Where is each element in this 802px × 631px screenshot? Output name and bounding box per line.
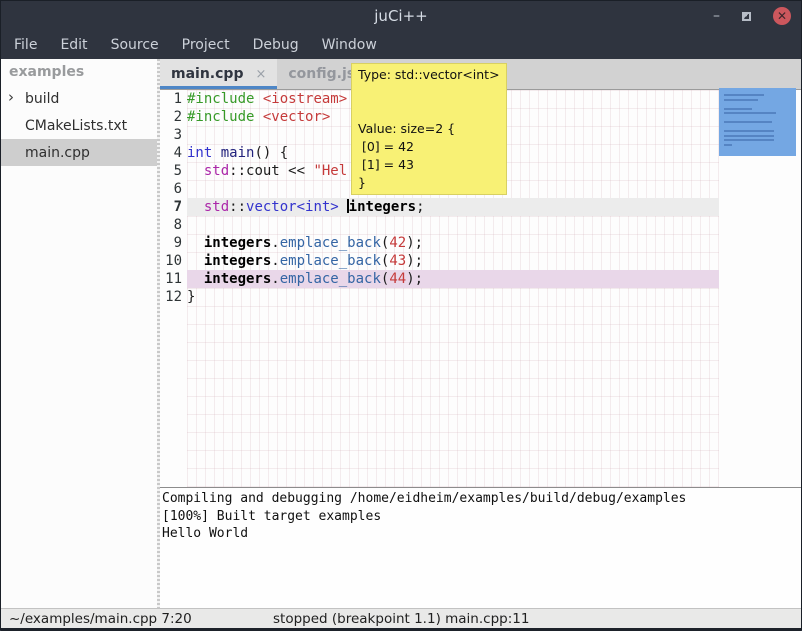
minimap-code-line — [724, 121, 772, 123]
main-body: examples › build CMakeLists.txt main.cpp ma… — [1, 59, 801, 608]
line-number: 3 — [160, 126, 187, 144]
menubar: File Edit Source Project Debug Window — [1, 31, 801, 59]
tab-label: main.cpp — [171, 66, 243, 82]
menu-item-file[interactable]: File — [11, 35, 40, 55]
editor-pane: main.cpp×config.json 123456789101112 #in… — [160, 59, 801, 608]
tooltip-line: [0] = 42 — [358, 138, 500, 156]
tooltip-line: Type: std::vector<int> — [358, 66, 500, 84]
status-file-position: ~/examples/main.cpp 7:20 — [9, 611, 192, 627]
menu-item-project[interactable]: Project — [179, 35, 233, 55]
tab-close-icon[interactable]: × — [255, 67, 266, 82]
minimize-button[interactable]: – — [713, 11, 720, 21]
code-line[interactable]: integers.emplace_back(43); — [187, 252, 719, 270]
minimap-viewport[interactable] — [719, 88, 796, 156]
statusbar: ~/examples/main.cpp 7:20 stopped (breakp… — [1, 608, 801, 628]
window-title: juCi++ — [374, 7, 427, 25]
restore-button[interactable] — [742, 12, 751, 21]
chevron-right-icon[interactable]: › — [8, 88, 14, 106]
tab-main-cpp[interactable]: main.cpp × — [160, 59, 277, 89]
tree-item-main-cpp[interactable]: main.cpp — [1, 139, 157, 166]
menu-item-window[interactable]: Window — [319, 35, 380, 55]
line-number: 9 — [160, 234, 187, 252]
line-number: 6 — [160, 180, 187, 198]
file-tree: › build CMakeLists.txt main.cpp — [1, 85, 157, 166]
tooltip-line: } — [358, 174, 500, 192]
code-line[interactable]: std::vector<int> integers; — [187, 198, 719, 216]
menu-item-source[interactable]: Source — [108, 35, 162, 55]
tooltip-line — [358, 102, 500, 120]
line-number: 2 — [160, 108, 187, 126]
close-button[interactable]: ✕ — [773, 7, 791, 25]
line-number: 7 — [160, 198, 187, 216]
tree-item-build[interactable]: › build — [1, 85, 157, 112]
titlebar[interactable]: juCi++ – ✕ — [1, 1, 801, 31]
minimap-code-line — [724, 94, 764, 96]
minimap-code-line — [724, 144, 732, 146]
minimap[interactable] — [719, 90, 801, 487]
menu-item-debug[interactable]: Debug — [250, 35, 302, 55]
tooltip-line — [358, 84, 500, 102]
close-icon: ✕ — [777, 10, 787, 22]
debug-value-tooltip: Type: std::vector<int> Value: size=2 { [… — [351, 63, 507, 195]
line-number: 4 — [160, 144, 187, 162]
minimap-code-line — [724, 130, 774, 132]
terminal-line: [100%] Built target examples — [162, 508, 801, 526]
code-line[interactable] — [187, 216, 719, 234]
terminal-output[interactable]: Compiling and debugging /home/eidheim/ex… — [160, 487, 801, 608]
directory-header: examples — [1, 59, 157, 85]
line-number: 1 — [160, 90, 187, 108]
status-debug-state: stopped (breakpoint 1.1) main.cpp:11 — [273, 611, 529, 627]
tree-item-label: build — [25, 91, 59, 107]
terminal-line: Compiling and debugging /home/eidheim/ex… — [162, 490, 801, 508]
minimap-code-line — [724, 139, 774, 141]
app-window: juCi++ – ✕ File Edit Source Project Debug Win… — [0, 0, 802, 630]
window-controls: – ✕ — [713, 1, 791, 31]
line-number-gutter: 123456789101112 — [160, 90, 187, 487]
code-line[interactable]: } — [187, 288, 719, 306]
file-tree-panel: examples › build CMakeLists.txt main.cpp — [1, 59, 157, 608]
minimap-code-line — [724, 99, 758, 101]
line-number: 5 — [160, 162, 187, 180]
minimap-code-line — [724, 135, 774, 137]
tooltip-line: [1] = 43 — [358, 156, 500, 174]
menu-item-edit[interactable]: Edit — [57, 35, 90, 55]
tree-item-label: CMakeLists.txt — [25, 118, 127, 134]
tooltip-line: Value: size=2 { — [358, 120, 500, 138]
code-line[interactable]: integers.emplace_back(44); — [187, 270, 719, 288]
line-number: 11 — [160, 270, 187, 288]
line-number: 8 — [160, 216, 187, 234]
minimap-code-line — [724, 108, 752, 110]
tree-item-label: main.cpp — [25, 145, 90, 161]
tree-item-cmakelists-txt[interactable]: CMakeLists.txt — [1, 112, 157, 139]
line-number: 12 — [160, 288, 187, 306]
terminal-line: Hello World — [162, 525, 801, 543]
code-line[interactable]: integers.emplace_back(42); — [187, 234, 719, 252]
minimap-code-line — [724, 112, 776, 114]
line-number: 10 — [160, 252, 187, 270]
